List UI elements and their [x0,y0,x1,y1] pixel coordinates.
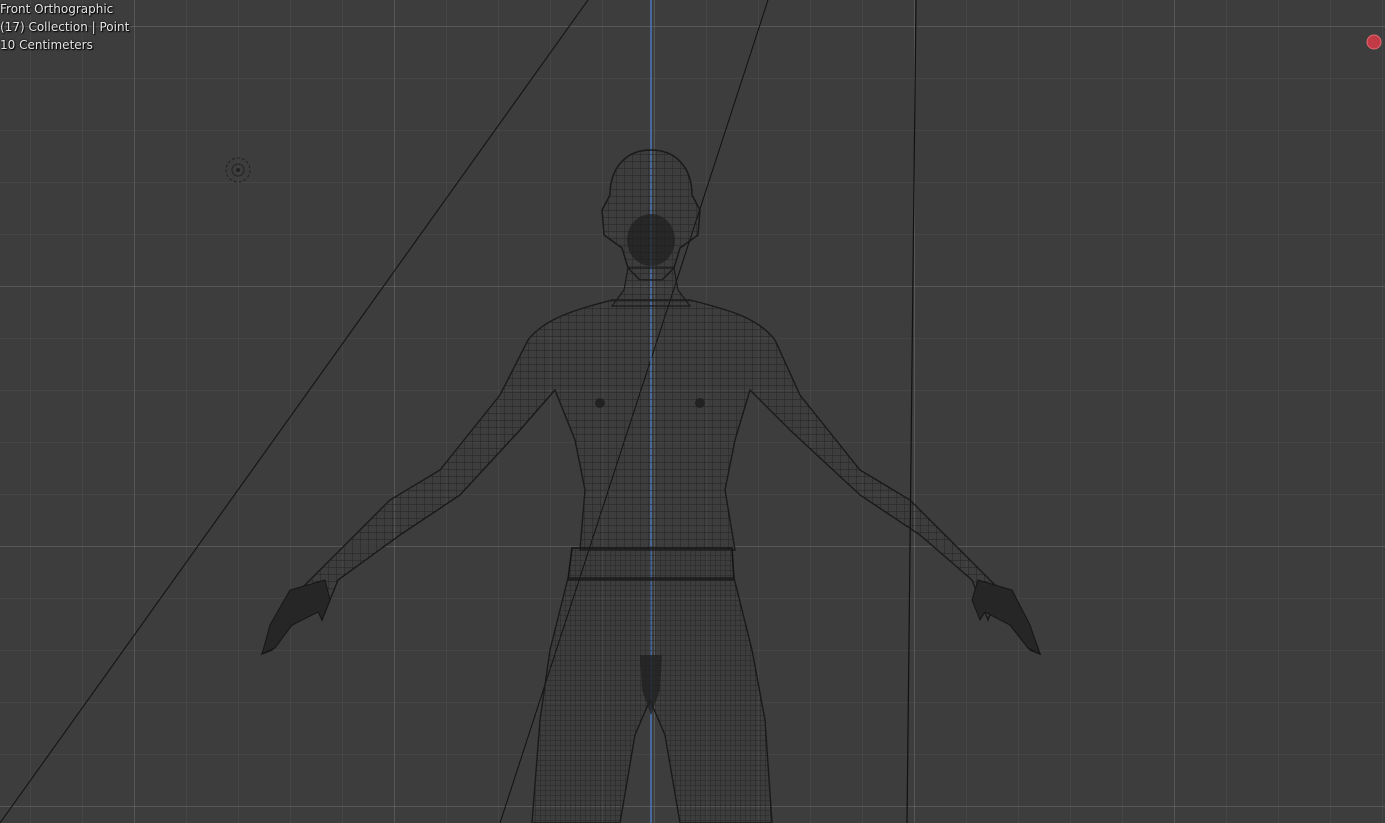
chest-left-mark [595,398,605,408]
point-light-icon[interactable] [225,157,251,183]
record-icon [1366,34,1382,50]
view-name-label: Front Orthographic [0,2,114,16]
scene-canvas[interactable] [0,0,1385,823]
left-hand-mesh [261,579,331,655]
waist-mesh [567,547,735,581]
collection-info-label: (17) Collection | Point [0,20,130,34]
grid-scale-label: 10 Centimeters [0,38,93,52]
chest-right-mark [695,398,705,408]
right-hand-mesh [971,579,1041,655]
record-button[interactable] [1366,34,1382,50]
3d-viewport[interactable]: Front Orthographic (17) Collection | Poi… [0,0,1385,823]
guide-line-right [906,0,917,823]
face-shadow [627,214,675,266]
